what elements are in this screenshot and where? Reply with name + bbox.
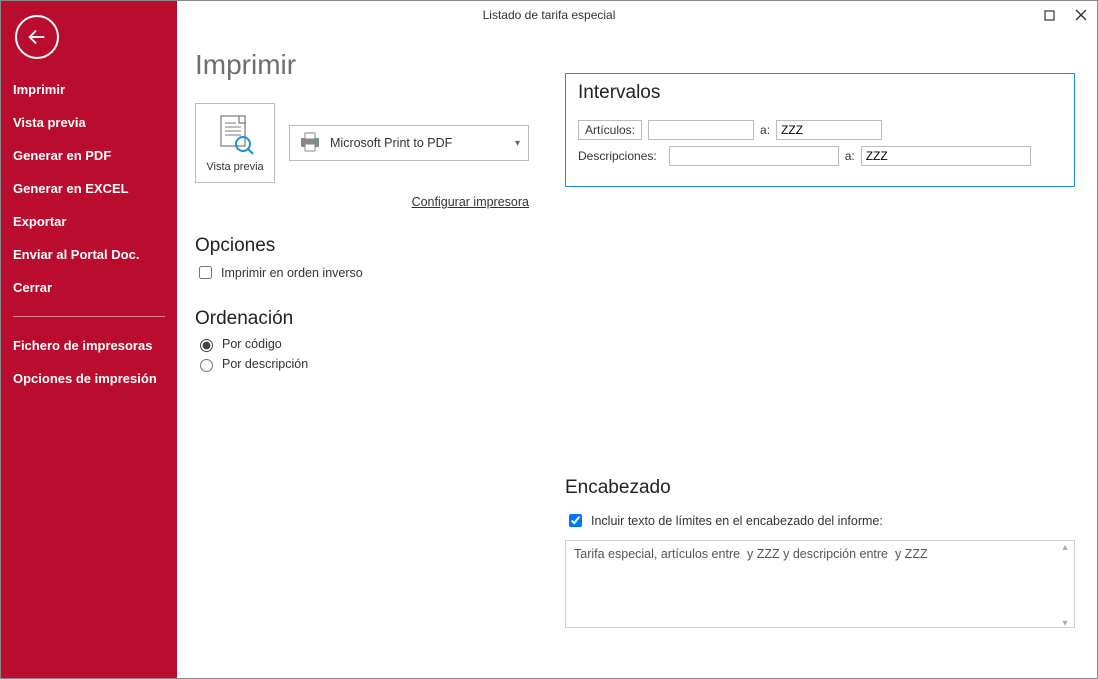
sort-by-desc-radio[interactable] bbox=[200, 359, 213, 372]
include-limits-row[interactable]: Incluir texto de límites en el encabezad… bbox=[565, 511, 1075, 530]
articles-to-label: a: bbox=[760, 123, 770, 137]
sort-by-code-row[interactable]: Por código bbox=[195, 336, 555, 352]
articles-to-input[interactable] bbox=[776, 120, 882, 140]
scroll-up-icon: ▴ bbox=[1062, 542, 1067, 553]
titlebar: Listado de tarifa especial bbox=[1, 1, 1097, 29]
include-limits-label: Incluir texto de límites en el encabezad… bbox=[591, 514, 883, 528]
nav-fichero-impresoras[interactable]: Fichero de impresoras bbox=[1, 329, 177, 362]
nav-enviar-portal[interactable]: Enviar al Portal Doc. bbox=[1, 238, 177, 271]
window-frame: Listado de tarifa especial Imprimir Vist… bbox=[0, 0, 1098, 679]
reverse-order-checkbox-row[interactable]: Imprimir en orden inverso bbox=[195, 263, 555, 282]
include-limits-checkbox[interactable] bbox=[569, 514, 582, 527]
sort-by-desc-row[interactable]: Por descripción bbox=[195, 356, 555, 372]
content-area: Imprimir bbox=[177, 1, 1097, 678]
articles-label: Artículos: bbox=[578, 120, 642, 140]
nav-vista-previa[interactable]: Vista previa bbox=[1, 106, 177, 139]
sort-by-code-radio[interactable] bbox=[200, 339, 213, 352]
preview-label: Vista previa bbox=[206, 161, 263, 173]
descriptions-label: Descripciones: bbox=[578, 147, 663, 165]
sidebar: Imprimir Vista previa Generar en PDF Gen… bbox=[1, 1, 177, 678]
header-text-area[interactable] bbox=[565, 540, 1075, 628]
header-section: Encabezado Incluir texto de límites en e… bbox=[565, 477, 1075, 631]
chevron-down-icon: ▾ bbox=[515, 138, 520, 149]
close-button[interactable] bbox=[1065, 4, 1097, 26]
descriptions-to-label: a: bbox=[845, 149, 855, 163]
printer-icon bbox=[298, 131, 322, 156]
reverse-order-checkbox[interactable] bbox=[199, 266, 212, 279]
nav-generar-pdf[interactable]: Generar en PDF bbox=[1, 139, 177, 172]
descriptions-range-row: Descripciones: a: bbox=[578, 146, 1062, 166]
articles-range-row: Artículos: a: bbox=[578, 120, 1062, 140]
sorting-heading: Ordenación bbox=[195, 308, 555, 330]
window-buttons bbox=[1033, 1, 1097, 29]
descriptions-from-input[interactable] bbox=[669, 146, 839, 166]
maximize-button[interactable] bbox=[1033, 4, 1065, 26]
descriptions-to-input[interactable] bbox=[861, 146, 1031, 166]
header-heading: Encabezado bbox=[565, 477, 1075, 499]
intervals-box: Intervalos Artículos: a: Descripciones: … bbox=[565, 73, 1075, 187]
nav-cerrar[interactable]: Cerrar bbox=[1, 271, 177, 304]
toolbar-row: Vista previa Microsoft Print to PD bbox=[195, 103, 555, 183]
scroll-down-icon: ▾ bbox=[1062, 618, 1067, 629]
preview-button[interactable]: Vista previa bbox=[195, 103, 275, 183]
left-column: Imprimir bbox=[195, 29, 555, 678]
nav-separator bbox=[13, 316, 165, 317]
intervals-heading: Intervalos bbox=[578, 82, 1062, 104]
nav-imprimir[interactable]: Imprimir bbox=[1, 73, 177, 106]
document-icon bbox=[216, 114, 254, 159]
articles-from-input[interactable] bbox=[648, 120, 754, 140]
window-title: Listado de tarifa especial bbox=[483, 8, 616, 22]
nav-opciones-impresion[interactable]: Opciones de impresión bbox=[1, 362, 177, 395]
printer-name: Microsoft Print to PDF bbox=[330, 136, 452, 150]
printer-dropdown[interactable]: Microsoft Print to PDF ▾ bbox=[289, 125, 529, 161]
options-heading: Opciones bbox=[195, 235, 555, 257]
right-column: Intervalos Artículos: a: Descripciones: … bbox=[555, 29, 1075, 678]
configure-printer-link[interactable]: Configurar impresora bbox=[195, 195, 529, 209]
header-text-wrap: ▴ ▾ bbox=[565, 540, 1075, 631]
nav-generar-excel[interactable]: Generar en EXCEL bbox=[1, 172, 177, 205]
sort-by-desc-label: Por descripción bbox=[222, 357, 308, 371]
textarea-scrollbar[interactable]: ▴ ▾ bbox=[1057, 542, 1073, 629]
sort-by-code-label: Por código bbox=[222, 337, 282, 351]
nav-exportar[interactable]: Exportar bbox=[1, 205, 177, 238]
page-title: Imprimir bbox=[195, 49, 555, 81]
reverse-order-label: Imprimir en orden inverso bbox=[221, 266, 363, 280]
